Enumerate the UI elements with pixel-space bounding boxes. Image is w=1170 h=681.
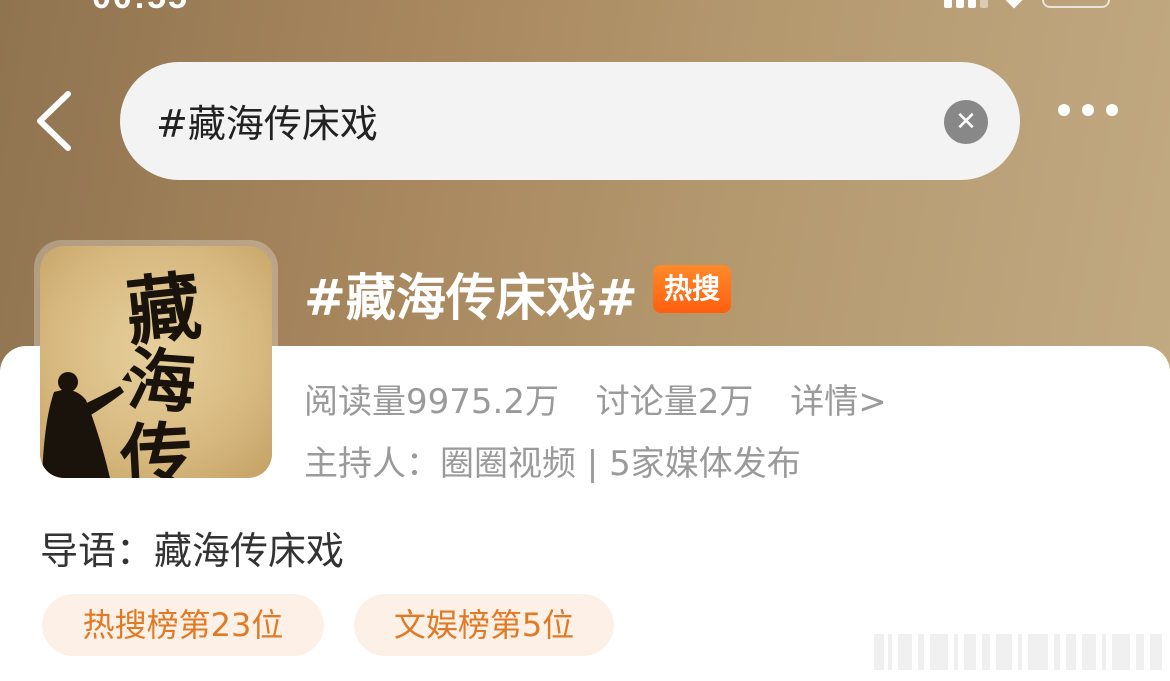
thumbnail-artwork: 藏 海 传 [40, 246, 272, 478]
wifi-icon [1004, 0, 1026, 8]
details-link[interactable]: 详情> [790, 382, 887, 422]
chip-entertainment-rank[interactable]: 文娱榜第5位 [354, 594, 614, 656]
more-options-button[interactable] [1058, 104, 1118, 116]
read-count: 阅读量9975.2万 [304, 382, 559, 422]
search-bar[interactable]: ✕ [120, 62, 1020, 180]
battery-icon [1042, 0, 1110, 8]
status-icons [944, 0, 1110, 8]
figure-silhouette-icon [42, 372, 132, 478]
close-icon: ✕ [955, 107, 977, 137]
chevron-left-icon [37, 91, 71, 151]
clear-search-button[interactable]: ✕ [944, 100, 988, 144]
host-info[interactable]: 主持人：圈圈视频 | 5家媒体发布 [304, 436, 801, 485]
watermark-graphic [874, 634, 1162, 670]
chip-hot-search-rank[interactable]: 热搜榜第23位 [42, 594, 324, 656]
topic-stats: 阅读量9975.2万 讨论量2万 详情> [304, 374, 887, 423]
topic-title: #藏海传床戏# [304, 269, 638, 327]
discussion-count: 讨论量2万 [595, 382, 754, 422]
back-button[interactable] [30, 88, 90, 154]
search-input[interactable] [156, 90, 916, 150]
status-time: 00:55 [92, 0, 189, 17]
cellular-signal-icon [944, 0, 988, 8]
topic-thumbnail[interactable]: 藏 海 传 [34, 240, 278, 484]
hot-search-badge: 热搜 [653, 265, 731, 313]
more-horizontal-icon [1058, 104, 1070, 116]
topic-intro: 导语：藏海传床戏 [40, 529, 345, 573]
